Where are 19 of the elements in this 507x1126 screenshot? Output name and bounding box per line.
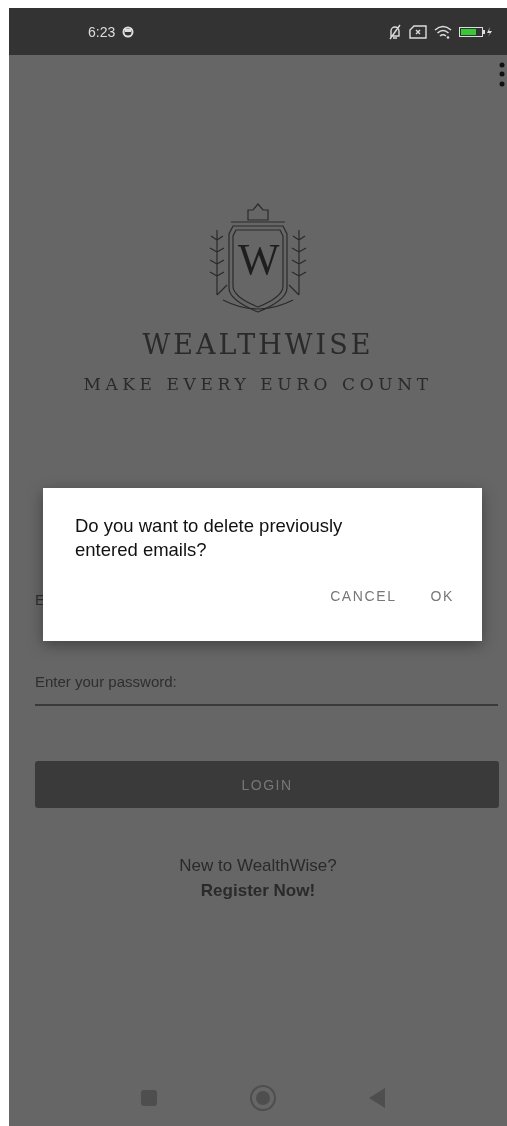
back-icon[interactable] xyxy=(367,1087,387,1109)
sync-icon xyxy=(122,25,135,38)
status-time: 6:23 xyxy=(88,23,116,40)
register-prompt: New to WealthWise? xyxy=(179,856,337,876)
app-title: WEALTHWISE xyxy=(142,329,374,360)
home-icon[interactable] xyxy=(249,1084,277,1112)
wifi-icon xyxy=(434,24,452,39)
register-link[interactable]: Register Now! xyxy=(200,881,316,901)
sim-card-icon xyxy=(409,24,427,39)
password-field[interactable]: Enter your password: xyxy=(35,673,498,706)
battery-charging-icon xyxy=(459,25,493,38)
dialog-button[interactable]: CANCEL xyxy=(322,582,405,610)
recent-apps-icon[interactable] xyxy=(139,1088,159,1108)
logo-monogram: W xyxy=(238,238,278,282)
dialog-button[interactable]: OK xyxy=(422,582,462,610)
dialog-message: Do you want to delete previously entered emails? xyxy=(75,514,344,562)
more-options-icon[interactable] xyxy=(499,62,505,88)
app-tagline: MAKE EVERY EURO COUNT xyxy=(83,374,433,394)
muted-bell-icon xyxy=(388,23,402,40)
